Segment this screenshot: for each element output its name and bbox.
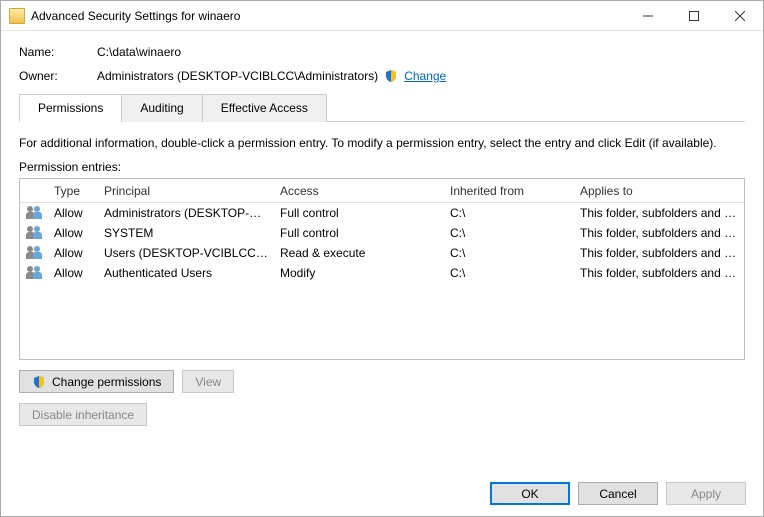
window-title: Advanced Security Settings for winaero	[31, 9, 240, 23]
col-applies[interactable]: Applies to	[574, 184, 744, 198]
owner-row: Owner: Administrators (DESKTOP-VCIBLCC\A…	[19, 69, 745, 83]
cell-principal: SYSTEM	[98, 226, 274, 240]
group-icon	[26, 266, 42, 280]
cell-type: Allow	[48, 206, 98, 220]
shield-icon	[384, 69, 398, 83]
group-icon	[26, 226, 42, 240]
apply-button: Apply	[666, 482, 746, 505]
cell-applies: This folder, subfolders and files	[574, 226, 744, 240]
col-principal[interactable]: Principal	[98, 184, 274, 198]
cell-access: Full control	[274, 226, 444, 240]
change-permissions-button[interactable]: Change permissions	[19, 370, 174, 393]
cell-principal: Administrators (DESKTOP-VCI...	[98, 206, 274, 220]
table-row[interactable]: AllowAdministrators (DESKTOP-VCI...Full …	[20, 203, 744, 223]
group-icon	[26, 246, 42, 260]
tab-permissions[interactable]: Permissions	[19, 94, 122, 122]
owner-label: Owner:	[19, 69, 97, 83]
name-row: Name: C:\data\winaero	[19, 45, 745, 59]
col-type[interactable]: Type	[48, 184, 98, 198]
info-text: For additional information, double-click…	[19, 136, 745, 150]
shield-icon	[32, 375, 46, 389]
disable-inheritance-button: Disable inheritance	[19, 403, 147, 426]
owner-value: Administrators (DESKTOP-VCIBLCC\Administ…	[97, 69, 378, 83]
cell-inherited: C:\	[444, 246, 574, 260]
cell-access: Read & execute	[274, 246, 444, 260]
table-row[interactable]: AllowUsers (DESKTOP-VCIBLCC\Us...Read & …	[20, 243, 744, 263]
tabs: Permissions Auditing Effective Access	[19, 93, 745, 122]
ok-button[interactable]: OK	[490, 482, 570, 505]
tab-auditing[interactable]: Auditing	[121, 94, 202, 122]
group-icon	[26, 206, 42, 220]
cell-principal: Authenticated Users	[98, 266, 274, 280]
table-row[interactable]: AllowAuthenticated UsersModifyC:\This fo…	[20, 263, 744, 283]
cell-inherited: C:\	[444, 226, 574, 240]
close-button[interactable]	[717, 1, 763, 31]
col-access[interactable]: Access	[274, 184, 444, 198]
cell-type: Allow	[48, 266, 98, 280]
table-row[interactable]: AllowSYSTEMFull controlC:\This folder, s…	[20, 223, 744, 243]
section-label: Permission entries:	[19, 160, 745, 174]
permissions-grid[interactable]: Type Principal Access Inherited from App…	[19, 178, 745, 360]
cell-type: Allow	[48, 246, 98, 260]
cell-applies: This folder, subfolders and files	[574, 206, 744, 220]
titlebar: Advanced Security Settings for winaero	[1, 1, 763, 31]
view-button: View	[182, 370, 234, 393]
cell-type: Allow	[48, 226, 98, 240]
folder-icon	[9, 8, 25, 24]
col-inherited[interactable]: Inherited from	[444, 184, 574, 198]
tab-effective-access[interactable]: Effective Access	[202, 94, 327, 122]
cancel-button[interactable]: Cancel	[578, 482, 658, 505]
dialog-footer: OK Cancel Apply	[490, 482, 746, 505]
change-permissions-label: Change permissions	[52, 375, 161, 389]
cell-principal: Users (DESKTOP-VCIBLCC\Us...	[98, 246, 274, 260]
minimize-button[interactable]	[625, 1, 671, 31]
cell-applies: This folder, subfolders and files	[574, 246, 744, 260]
cell-access: Full control	[274, 206, 444, 220]
cell-inherited: C:\	[444, 266, 574, 280]
change-owner-link[interactable]: Change	[404, 69, 446, 83]
name-value: C:\data\winaero	[97, 45, 181, 59]
grid-header: Type Principal Access Inherited from App…	[20, 179, 744, 203]
cell-applies: This folder, subfolders and files	[574, 266, 744, 280]
cell-inherited: C:\	[444, 206, 574, 220]
name-label: Name:	[19, 45, 97, 59]
cell-access: Modify	[274, 266, 444, 280]
maximize-button[interactable]	[671, 1, 717, 31]
